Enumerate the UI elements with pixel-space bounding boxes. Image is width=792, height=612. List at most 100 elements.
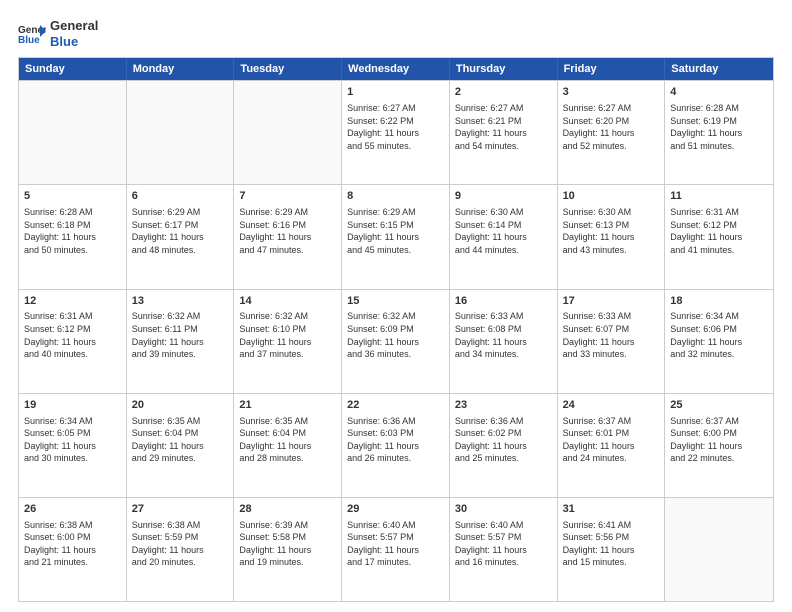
day-info: Sunrise: 6:32 AM Sunset: 6:09 PM Dayligh… bbox=[347, 310, 444, 360]
day-number: 30 bbox=[455, 502, 552, 517]
day-info: Sunrise: 6:40 AM Sunset: 5:57 PM Dayligh… bbox=[455, 519, 552, 569]
calendar-row: 12Sunrise: 6:31 AM Sunset: 6:12 PM Dayli… bbox=[19, 289, 773, 393]
day-info: Sunrise: 6:39 AM Sunset: 5:58 PM Dayligh… bbox=[239, 519, 336, 569]
weekday-header: Thursday bbox=[450, 58, 558, 80]
day-number: 18 bbox=[670, 294, 768, 309]
day-info: Sunrise: 6:36 AM Sunset: 6:02 PM Dayligh… bbox=[455, 415, 552, 465]
day-info: Sunrise: 6:38 AM Sunset: 5:59 PM Dayligh… bbox=[132, 519, 229, 569]
day-info: Sunrise: 6:37 AM Sunset: 6:00 PM Dayligh… bbox=[670, 415, 768, 465]
weekday-header: Sunday bbox=[19, 58, 127, 80]
calendar-cell: 18Sunrise: 6:34 AM Sunset: 6:06 PM Dayli… bbox=[665, 290, 773, 393]
day-number: 2 bbox=[455, 85, 552, 100]
calendar-cell: 3 Sunrise: 6:27 AM Sunset: 6:20 PM Daylig… bbox=[558, 81, 666, 184]
calendar-cell bbox=[665, 498, 773, 601]
calendar-row: 5Sunrise: 6:28 AM Sunset: 6:18 PM Daylig… bbox=[19, 184, 773, 288]
day-number: 3 bbox=[563, 85, 660, 100]
calendar-cell: 25 Sunrise: 6:37 AM Sunset: 6:00 PM Dayli… bbox=[665, 394, 773, 497]
calendar-cell: 21 Sunrise: 6:35 AM Sunset: 6:04 PM Dayli… bbox=[234, 394, 342, 497]
day-info: Sunrise: 6:28 AM Sunset: 6:19 PM Dayligh… bbox=[670, 102, 768, 152]
day-number: 12 bbox=[24, 294, 121, 309]
day-number: 19 bbox=[24, 398, 121, 413]
day-number: 17 bbox=[563, 294, 660, 309]
calendar-cell: 1Sunrise: 6:27 AM Sunset: 6:22 PM Daylig… bbox=[342, 81, 450, 184]
calendar-cell: 15Sunrise: 6:32 AM Sunset: 6:09 PM Dayli… bbox=[342, 290, 450, 393]
svg-text:Blue: Blue bbox=[18, 35, 40, 45]
calendar-row: 19 Sunrise: 6:34 AM Sunset: 6:05 PM Dayli… bbox=[19, 393, 773, 497]
day-info: Sunrise: 6:33 AM Sunset: 6:07 PM Dayligh… bbox=[563, 310, 660, 360]
day-number: 13 bbox=[132, 294, 229, 309]
day-info: Sunrise: 6:31 AM Sunset: 6:12 PM Dayligh… bbox=[24, 310, 121, 360]
day-info: Sunrise: 6:41 AM Sunset: 5:56 PM Dayligh… bbox=[563, 519, 660, 569]
day-number: 29 bbox=[347, 502, 444, 517]
day-number: 24 bbox=[563, 398, 660, 413]
calendar-cell: 17Sunrise: 6:33 AM Sunset: 6:07 PM Dayli… bbox=[558, 290, 666, 393]
day-number: 23 bbox=[455, 398, 552, 413]
day-number: 28 bbox=[239, 502, 336, 517]
calendar-row: 26 Sunrise: 6:38 AM Sunset: 6:00 PM Dayli… bbox=[19, 497, 773, 601]
day-number: 10 bbox=[563, 189, 660, 204]
weekday-header: Saturday bbox=[665, 58, 773, 80]
day-info: Sunrise: 6:32 AM Sunset: 6:11 PM Dayligh… bbox=[132, 310, 229, 360]
calendar-cell: 23 Sunrise: 6:36 AM Sunset: 6:02 PM Dayli… bbox=[450, 394, 558, 497]
day-info: Sunrise: 6:30 AM Sunset: 6:14 PM Dayligh… bbox=[455, 206, 552, 256]
calendar-cell: 14Sunrise: 6:32 AM Sunset: 6:10 PM Dayli… bbox=[234, 290, 342, 393]
calendar-cell: 26 Sunrise: 6:38 AM Sunset: 6:00 PM Dayli… bbox=[19, 498, 127, 601]
calendar-cell: 2Sunrise: 6:27 AM Sunset: 6:21 PM Daylig… bbox=[450, 81, 558, 184]
day-info: Sunrise: 6:31 AM Sunset: 6:12 PM Dayligh… bbox=[670, 206, 768, 256]
day-info: Sunrise: 6:28 AM Sunset: 6:18 PM Dayligh… bbox=[24, 206, 121, 256]
logo: General Blue General Blue bbox=[18, 18, 98, 49]
day-number: 14 bbox=[239, 294, 336, 309]
calendar-cell: 12Sunrise: 6:31 AM Sunset: 6:12 PM Dayli… bbox=[19, 290, 127, 393]
day-info: Sunrise: 6:32 AM Sunset: 6:10 PM Dayligh… bbox=[239, 310, 336, 360]
day-info: Sunrise: 6:27 AM Sunset: 6:20 PM Dayligh… bbox=[563, 102, 660, 152]
calendar-cell: 28 Sunrise: 6:39 AM Sunset: 5:58 PM Dayli… bbox=[234, 498, 342, 601]
calendar-cell bbox=[19, 81, 127, 184]
calendar: SundayMondayTuesdayWednesdayThursdayFrid… bbox=[18, 57, 774, 602]
weekday-header: Wednesday bbox=[342, 58, 450, 80]
calendar-cell: 31 Sunrise: 6:41 AM Sunset: 5:56 PM Dayli… bbox=[558, 498, 666, 601]
day-info: Sunrise: 6:29 AM Sunset: 6:17 PM Dayligh… bbox=[132, 206, 229, 256]
calendar-cell: 24 Sunrise: 6:37 AM Sunset: 6:01 PM Dayli… bbox=[558, 394, 666, 497]
calendar-cell: 6Sunrise: 6:29 AM Sunset: 6:17 PM Daylig… bbox=[127, 185, 235, 288]
day-number: 4 bbox=[670, 85, 768, 100]
calendar-cell: 29Sunrise: 6:40 AM Sunset: 5:57 PM Dayli… bbox=[342, 498, 450, 601]
day-number: 9 bbox=[455, 189, 552, 204]
day-info: Sunrise: 6:35 AM Sunset: 6:04 PM Dayligh… bbox=[239, 415, 336, 465]
day-info: Sunrise: 6:34 AM Sunset: 6:05 PM Dayligh… bbox=[24, 415, 121, 465]
calendar-page: General Blue General Blue SundayMondayTu… bbox=[0, 0, 792, 612]
calendar-cell: 10 Sunrise: 6:30 AM Sunset: 6:13 PM Dayli… bbox=[558, 185, 666, 288]
day-number: 20 bbox=[132, 398, 229, 413]
calendar-cell: 16Sunrise: 6:33 AM Sunset: 6:08 PM Dayli… bbox=[450, 290, 558, 393]
calendar-cell bbox=[234, 81, 342, 184]
day-number: 1 bbox=[347, 85, 444, 100]
calendar-header: SundayMondayTuesdayWednesdayThursdayFrid… bbox=[19, 58, 773, 80]
calendar-cell: 5Sunrise: 6:28 AM Sunset: 6:18 PM Daylig… bbox=[19, 185, 127, 288]
calendar-cell: 13Sunrise: 6:32 AM Sunset: 6:11 PM Dayli… bbox=[127, 290, 235, 393]
day-number: 11 bbox=[670, 189, 768, 204]
calendar-cell bbox=[127, 81, 235, 184]
day-info: Sunrise: 6:35 AM Sunset: 6:04 PM Dayligh… bbox=[132, 415, 229, 465]
day-number: 7 bbox=[239, 189, 336, 204]
page-header: General Blue General Blue bbox=[18, 18, 774, 49]
calendar-cell: 8Sunrise: 6:29 AM Sunset: 6:15 PM Daylig… bbox=[342, 185, 450, 288]
calendar-cell: 19 Sunrise: 6:34 AM Sunset: 6:05 PM Dayli… bbox=[19, 394, 127, 497]
calendar-cell: 4 Sunrise: 6:28 AM Sunset: 6:19 PM Daylig… bbox=[665, 81, 773, 184]
day-info: Sunrise: 6:37 AM Sunset: 6:01 PM Dayligh… bbox=[563, 415, 660, 465]
day-number: 21 bbox=[239, 398, 336, 413]
day-number: 25 bbox=[670, 398, 768, 413]
day-number: 22 bbox=[347, 398, 444, 413]
day-number: 15 bbox=[347, 294, 444, 309]
calendar-cell: 11 Sunrise: 6:31 AM Sunset: 6:12 PM Dayli… bbox=[665, 185, 773, 288]
day-number: 16 bbox=[455, 294, 552, 309]
day-info: Sunrise: 6:30 AM Sunset: 6:13 PM Dayligh… bbox=[563, 206, 660, 256]
weekday-header: Friday bbox=[558, 58, 666, 80]
day-number: 26 bbox=[24, 502, 121, 517]
calendar-cell: 30 Sunrise: 6:40 AM Sunset: 5:57 PM Dayli… bbox=[450, 498, 558, 601]
logo-text: General Blue bbox=[50, 18, 98, 49]
day-info: Sunrise: 6:29 AM Sunset: 6:15 PM Dayligh… bbox=[347, 206, 444, 256]
day-info: Sunrise: 6:38 AM Sunset: 6:00 PM Dayligh… bbox=[24, 519, 121, 569]
weekday-header: Monday bbox=[127, 58, 235, 80]
weekday-header: Tuesday bbox=[234, 58, 342, 80]
day-number: 31 bbox=[563, 502, 660, 517]
calendar-cell: 22Sunrise: 6:36 AM Sunset: 6:03 PM Dayli… bbox=[342, 394, 450, 497]
